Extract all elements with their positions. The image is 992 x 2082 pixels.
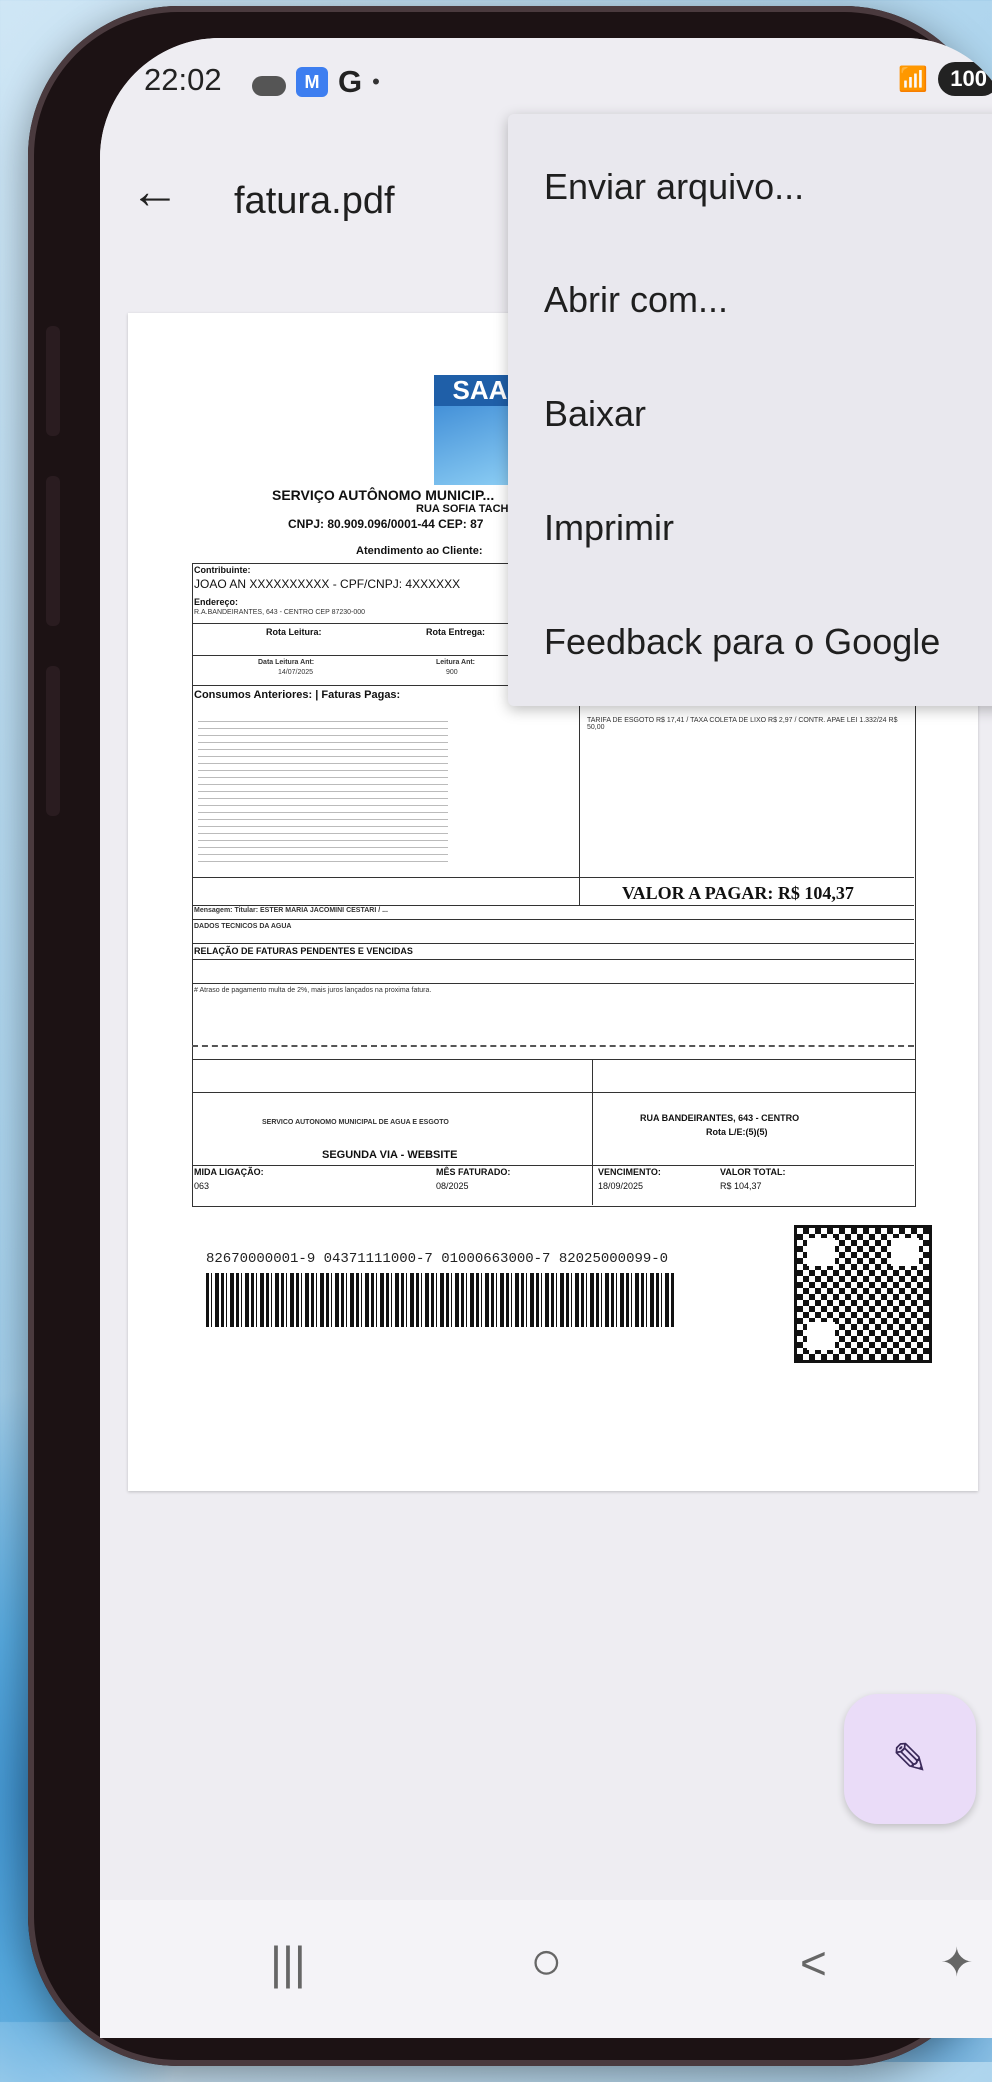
overflow-menu: Enviar arquivo... Abrir com... Baixar Im… [508,114,992,706]
menu-item-baixar[interactable]: Baixar [544,393,646,435]
power-button [46,666,60,816]
rule [192,877,914,878]
rule [192,919,914,920]
endereco-value: R.A.BANDEIRANTES, 643 - CENTRO CEP 87230… [194,609,366,616]
menu-item-abrir-com[interactable]: Abrir com... [544,279,728,321]
contribuinte-label: Contribuinte: [194,565,251,575]
mida-value: 063 [194,1181,210,1191]
navigation-bar: ||| ○ < ✦ [100,1900,992,2038]
barcode-number: 82670000001-9 04371111000-7 01000663000-… [206,1251,669,1267]
volume-button-2 [46,476,60,626]
gmail-icon: M [296,67,328,97]
doc-header-2: RUA SOFIA TACHIN [416,503,520,515]
status-time: 22:02 [144,62,222,97]
battery-icon: 100 [938,62,992,96]
rule [192,1165,914,1166]
contribuinte-value: JOAO AN XXXXXXXXXX - CPF/CNPJ: 4XXXXXX [194,577,461,591]
recents-button[interactable]: ||| [270,1936,306,1990]
phone-frame: 22:02 M G • 📶 100 ← fatura.pdf SAA SERVI… [28,6,992,2066]
segunda-via: SEGUNDA VIA - WEBSITE [322,1149,458,1161]
rule [192,905,914,906]
mida-label: MIDA LIGAÇÃO: [194,1167,264,1177]
edit-pen-icon: ✎ [891,1734,929,1784]
rota-leitura-label: Rota Leitura: [266,627,322,637]
data-leitura-label: Data Leitura Ant: [258,659,315,666]
system-icons: 📶 100 [898,62,992,96]
screen: 22:02 M G • 📶 100 ← fatura.pdf SAA SERVI… [100,38,992,2038]
mensagem: Mensagem: Titular: ESTER MARIA JACOMINI … [194,907,388,914]
consumption-history-table [198,715,448,865]
menu-item-enviar[interactable]: Enviar arquivo... [544,166,804,208]
payment-stub [192,1059,916,1207]
volume-button [46,326,60,436]
cloud-icon [252,76,286,96]
doc-header-1: SERVIÇO AUTÔNOMO MUNICIP... [272,487,495,503]
stub-rota: Rota L/E:(5)(5) [706,1127,768,1137]
relacao-faturas: RELAÇÃO DE FATURAS PENDENTES E VENCIDAS [194,946,413,956]
rule [192,959,914,960]
notification-icons: M G • [252,64,380,100]
stub-address: RUA BANDEIRANTES, 643 - CENTRO [640,1113,800,1123]
google-icon: G [338,64,363,99]
menu-item-feedback[interactable]: Feedback para o Google [544,621,940,663]
data-leitura-value: 14/07/2025 [278,669,314,676]
rota-entrega-label: Rota Entrega: [426,627,486,637]
valor-a-pagar: VALOR A PAGAR: R$ 104,37 [622,883,854,903]
menu-item-imprimir[interactable]: Imprimir [544,507,674,549]
dados-tecnicos: DADOS TECNICOS DA AGUA [194,923,292,930]
rule [192,983,914,984]
leitura-ant-value: 900 [446,669,458,676]
back-arrow-icon[interactable]: ← [130,166,180,216]
file-title: fatura.pdf [234,180,395,222]
mes-value: 08/2025 [436,1181,469,1191]
mes-label: MÊS FATURADO: [436,1167,511,1177]
consumos-label: Consumos Anteriores: | Faturas Pagas: [194,689,401,701]
venc-value: 18/09/2025 [598,1181,644,1191]
stub-company: SERVICO AUTONOMO MUNICIPAL DE AGUA E ESG… [262,1119,449,1126]
pix-qr-code [794,1225,932,1363]
back-button[interactable]: < [800,1936,827,1990]
cut-line [192,1045,914,1047]
doc-atendimento: Atendimento ao Cliente: [356,545,483,557]
doc-header-3: CNPJ: 80.909.096/0001-44 CEP: 87 [288,517,484,531]
divider [579,705,580,905]
divider [592,1059,593,1205]
leitura-ant-label: Leitura Ant: [436,659,476,666]
wifi-icon: 📶 [898,65,929,93]
tarifa-lines: TARIFA DE ESGOTO R$ 17,41 / TAXA COLETA … [587,717,898,731]
aviso-atraso: # Atraso de pagamento multa de 2%, mais … [194,987,432,994]
total-label: VALOR TOTAL: [720,1167,786,1177]
rule [192,943,914,944]
venc-label: VENCIMENTO: [598,1167,661,1177]
endereco-label: Endereço: [194,597,239,607]
total-value: R$ 104,37 [720,1181,762,1191]
barcode [206,1273,676,1327]
more-notifications-icon: • [372,69,380,94]
edit-fab-button[interactable]: ✎ [844,1694,976,1824]
accessibility-button[interactable]: ✦ [940,1940,974,1986]
home-button[interactable]: ○ [530,1930,563,1992]
